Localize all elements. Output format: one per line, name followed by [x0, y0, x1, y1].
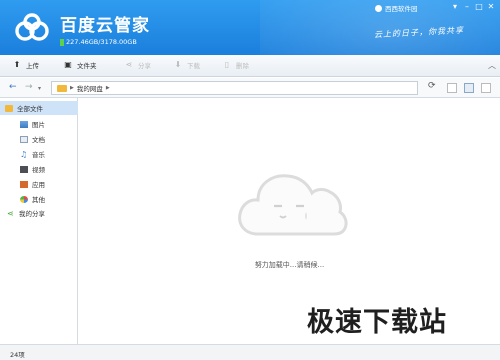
video-icon — [20, 165, 28, 173]
app-title: 百度云管家 — [60, 16, 150, 36]
upload-icon: ⬆ — [13, 60, 21, 69]
history-dropdown-icon[interactable]: ▾ — [38, 85, 41, 92]
sidebar-item-label: 应用 — [32, 181, 45, 189]
download-button[interactable]: ⬇ 下载 — [173, 60, 200, 70]
delete-button[interactable]: ▯ 删除 — [222, 60, 249, 70]
sidebar-item-label: 音乐 — [32, 151, 45, 159]
maximize-icon[interactable]: □ — [474, 2, 484, 12]
upload-button[interactable]: ⬆ 上传 — [12, 60, 39, 70]
loading-cloud-icon — [238, 174, 348, 236]
baidu-cloud-logo-icon — [15, 13, 49, 41]
share-button[interactable]: ⋖ 分享 — [124, 60, 151, 70]
grid-view-icon[interactable] — [464, 83, 474, 93]
app-icon — [20, 180, 28, 188]
sidebar-item-other[interactable]: 其他 — [0, 192, 78, 206]
image-icon — [20, 120, 28, 128]
download-label: 下载 — [187, 62, 200, 70]
watermark: 极速下载站 — [307, 307, 447, 338]
sidebar-item-label: 其他 — [32, 196, 45, 204]
storage-quota: 227.46GB/3178.00GB — [60, 38, 137, 46]
username: 西西软件园 — [385, 5, 418, 13]
item-count: 24项 — [10, 351, 25, 359]
collapse-toolbar-icon[interactable]: ︿ — [488, 60, 496, 71]
sidebar-item-documents[interactable]: 文档 — [0, 132, 78, 146]
thumbnail-view-icon[interactable] — [481, 83, 491, 93]
sidebar-item-label: 视频 — [32, 166, 45, 174]
navigation-bar: ← → ▾ ▶ 我的网盘 ▶ ⟳ — [0, 78, 500, 98]
document-icon — [20, 135, 28, 143]
refresh-icon[interactable]: ⟳ — [428, 81, 436, 91]
title-bar: 百度云管家 227.46GB/3178.00GB 西西软件园 ▾ – □ ✕ 云… — [0, 0, 500, 55]
new-folder-icon: ▣ — [64, 60, 72, 69]
avatar — [375, 4, 382, 12]
list-view-icon[interactable] — [447, 83, 457, 93]
delete-label: 删除 — [236, 62, 249, 70]
share-icon: ⋖ — [125, 60, 133, 69]
menu-icon[interactable]: ▾ — [450, 2, 460, 12]
back-arrow-icon[interactable]: ← — [9, 82, 17, 92]
download-icon: ⬇ — [174, 60, 182, 69]
delete-icon: ▯ — [224, 60, 230, 69]
chevron-right-icon: ▶ — [105, 85, 110, 91]
sidebar-item-images[interactable]: 图片 — [0, 117, 78, 131]
status-bar: 24项 — [0, 344, 500, 360]
share-label: 分享 — [138, 62, 151, 70]
file-list-area[interactable]: 努力加载中...请稍候... 极速下载站 — [79, 98, 500, 344]
share-icon: ⋖ — [7, 208, 14, 218]
sidebar: 全部文件 图片 文档 ♫ 音乐 视频 应用 其他 ⋖ 我的分享 — [0, 98, 78, 344]
user-menu[interactable]: 西西软件园 — [375, 3, 418, 13]
close-icon[interactable]: ✕ — [486, 2, 496, 12]
new-folder-label: 文件夹 — [77, 62, 97, 70]
folder-icon — [5, 104, 13, 112]
address-bar[interactable]: ▶ 我的网盘 ▶ — [51, 81, 418, 95]
sidebar-item-my-share[interactable]: ⋖ 我的分享 — [0, 206, 78, 220]
sidebar-item-label: 我的分享 — [19, 210, 45, 218]
sidebar-item-label: 图片 — [32, 121, 45, 129]
other-icon — [20, 195, 28, 203]
toolbar: ⬆ 上传 ▣ 文件夹 ⋖ 分享 ⬇ 下载 ▯ 删除 ︿ — [0, 55, 500, 77]
forward-arrow-icon[interactable]: → — [25, 82, 33, 92]
quota-text: 227.46GB/3178.00GB — [66, 38, 137, 46]
minimize-icon[interactable]: – — [462, 2, 472, 12]
breadcrumb[interactable]: 我的网盘 — [77, 83, 103, 93]
folder-icon — [57, 84, 67, 92]
quota-indicator — [60, 38, 64, 46]
music-icon: ♫ — [20, 149, 28, 159]
sidebar-item-label: 全部文件 — [17, 105, 43, 113]
loading-text: 努力加载中...请稍候... — [254, 261, 325, 269]
sidebar-item-apps[interactable]: 应用 — [0, 177, 78, 191]
sidebar-item-all-files[interactable]: 全部文件 — [0, 101, 78, 115]
upload-label: 上传 — [26, 62, 39, 70]
new-folder-button[interactable]: ▣ 文件夹 — [63, 60, 97, 70]
chevron-right-icon: ▶ — [70, 85, 74, 91]
sidebar-item-music[interactable]: ♫ 音乐 — [0, 147, 78, 161]
sidebar-item-label: 文档 — [32, 136, 45, 144]
sidebar-item-videos[interactable]: 视频 — [0, 162, 78, 176]
window-controls: ▾ – □ ✕ — [450, 2, 496, 12]
